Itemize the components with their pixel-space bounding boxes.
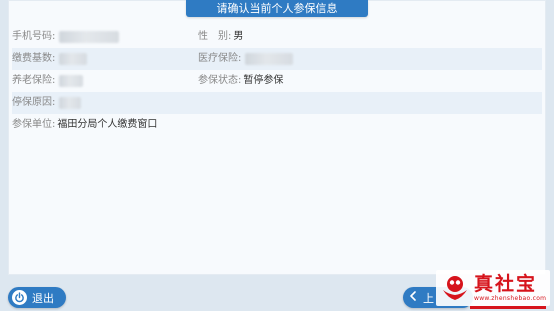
info-row-unit: 参保单位: 福田分局个人缴费窗口 — [12, 114, 542, 136]
medical-cell: 医疗保险: — [198, 48, 294, 70]
pension-cell: 养老保险: — [12, 70, 84, 92]
page-title: 请确认当前个人参保信息 — [186, 0, 368, 17]
phone-label: 手机号码: — [12, 31, 56, 42]
watermark-url: www.zhenshebao.com — [474, 295, 547, 302]
previous-button-label: 上 — [423, 291, 434, 305]
unit-cell: 参保单位: 福田分局个人缴费窗口 — [12, 114, 157, 136]
info-row-phone: 手机号码: 性 别: 男 — [12, 26, 542, 48]
info-row-base: 缴费基数: 医疗保险: — [12, 48, 542, 70]
red-accent-bar — [470, 306, 546, 309]
watermark: 真社宝 www.zhenshebao.com — [436, 270, 550, 306]
gender-cell: 性 别: 男 — [198, 26, 243, 48]
unit-label: 参保单位: — [12, 119, 56, 130]
gender-label: 性 别: — [198, 31, 232, 42]
base-value-redacted — [59, 53, 88, 65]
info-row-pension: 养老保险: 参保状态: 暂停参保 — [12, 70, 542, 92]
gender-value: 男 — [233, 31, 244, 42]
base-label: 缴费基数: — [12, 53, 56, 64]
pension-label: 养老保险: — [12, 75, 56, 86]
medical-label: 医疗保险: — [198, 53, 242, 64]
stop-reason-cell: 停保原因: — [12, 92, 82, 114]
base-cell: 缴费基数: — [12, 48, 88, 70]
chevron-left-icon — [409, 287, 417, 308]
status-cell: 参保状态: 暂停参保 — [198, 70, 283, 92]
status-value: 暂停参保 — [243, 75, 284, 86]
medical-value-redacted — [245, 53, 294, 65]
stop-reason-value-redacted — [59, 97, 82, 109]
exit-button[interactable]: 退出 — [8, 287, 66, 308]
exit-button-label: 退出 — [32, 291, 54, 305]
phone-value-redacted — [59, 31, 120, 43]
zhenshebao-logo-icon — [443, 276, 467, 300]
info-table: 手机号码: 性 别: 男 缴费基数: 医疗保险: 养老保险: 参保状态: 暂停参… — [12, 26, 542, 136]
pension-value-redacted — [59, 75, 84, 87]
watermark-name: 真社宝 — [474, 273, 538, 295]
unit-value: 福田分局个人缴费窗口 — [57, 119, 158, 130]
power-icon — [12, 290, 27, 305]
phone-cell: 手机号码: — [12, 26, 120, 48]
status-label: 参保状态: — [198, 75, 242, 86]
info-row-stop-reason: 停保原因: — [12, 92, 542, 114]
stop-reason-label: 停保原因: — [12, 97, 56, 108]
